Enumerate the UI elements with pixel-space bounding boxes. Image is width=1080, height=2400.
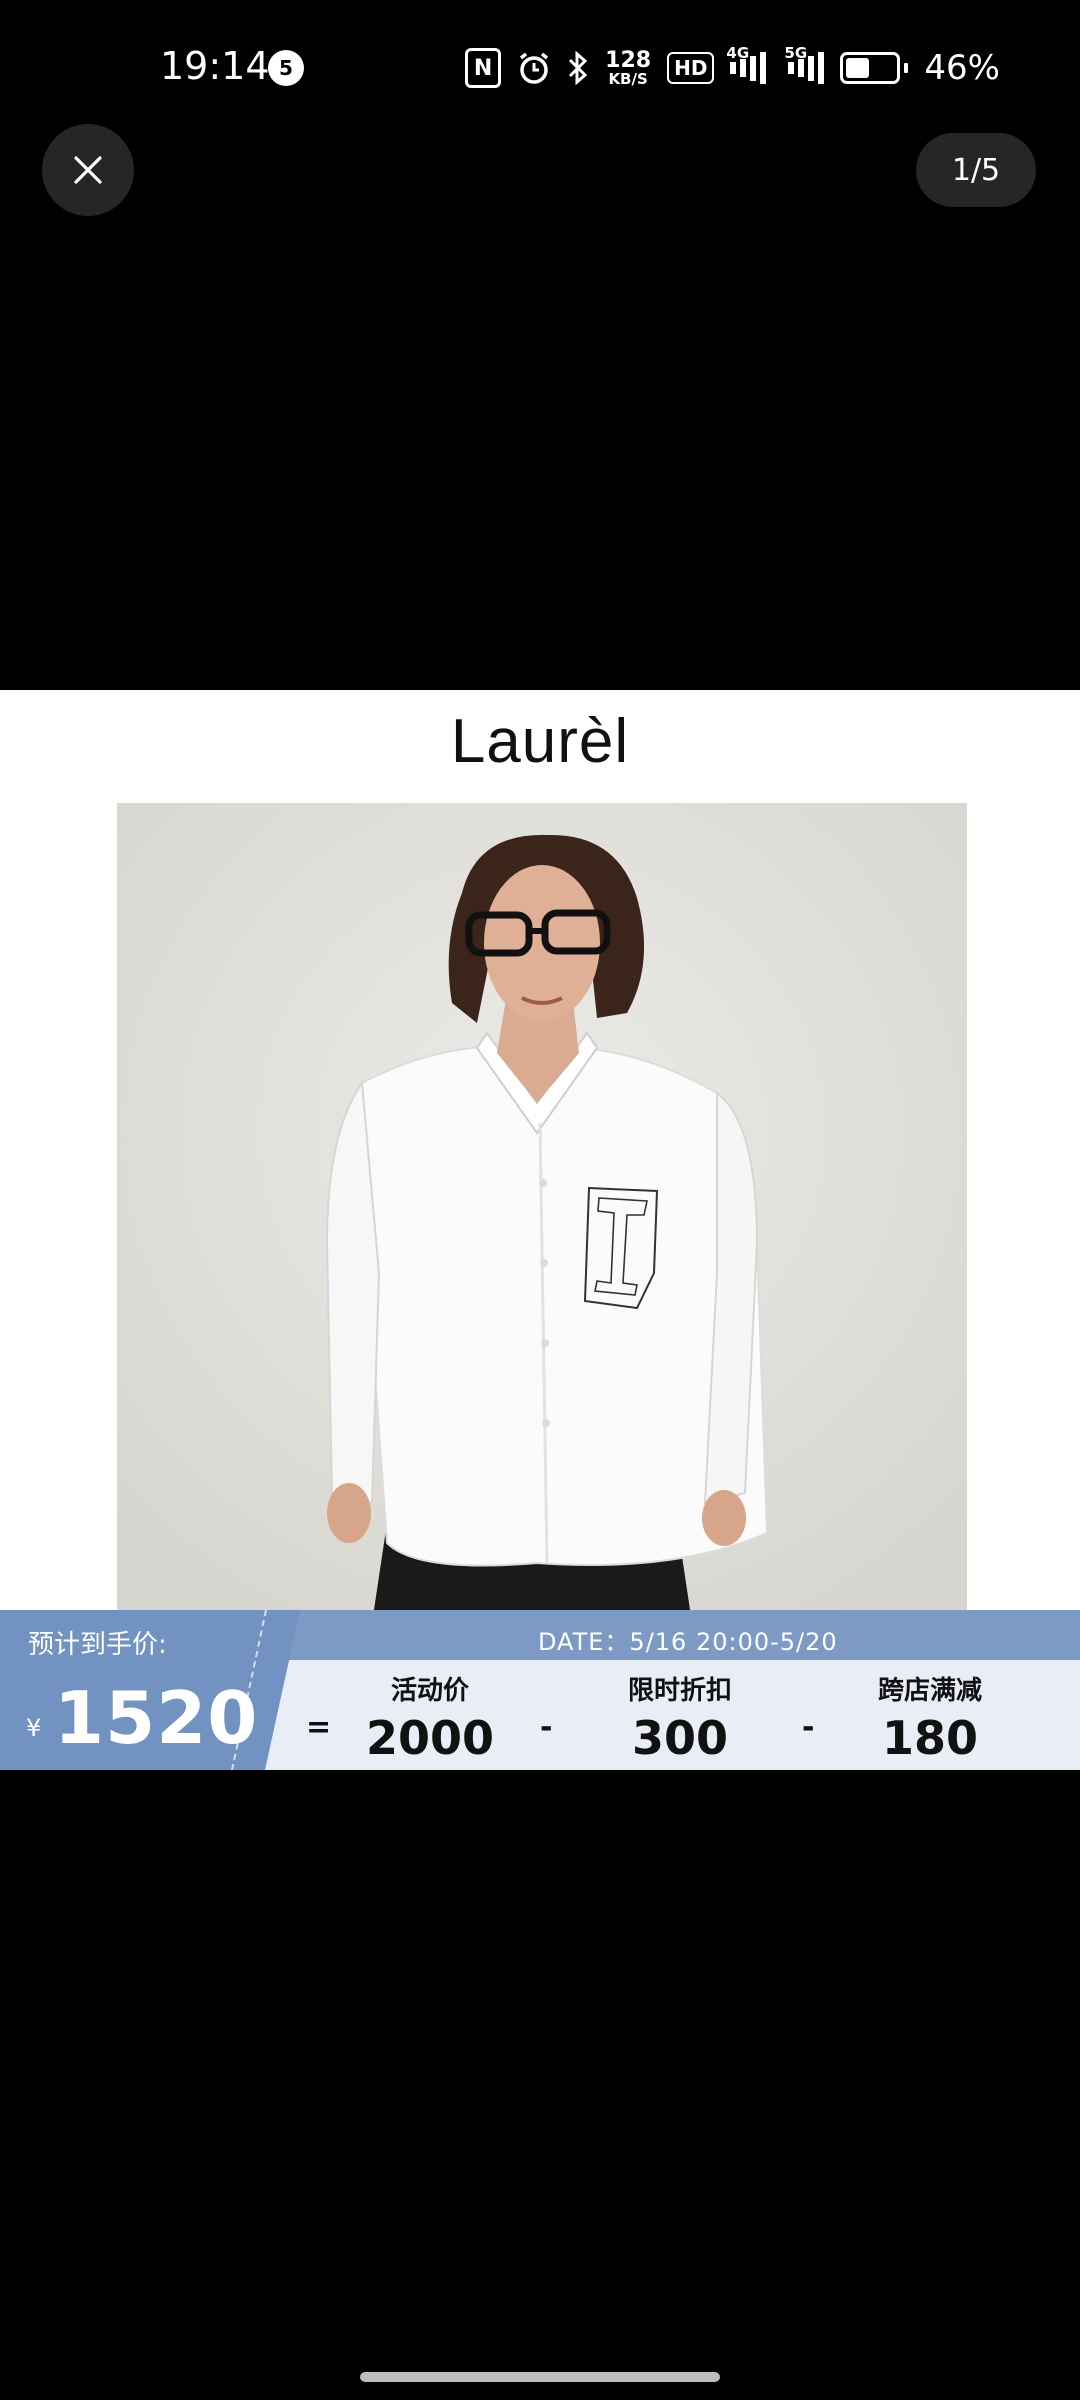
battery-icon: [840, 52, 909, 84]
notification-count-badge: 5: [268, 50, 304, 86]
term-activity-price: 活动价 2000: [360, 1670, 500, 1765]
network-speed-value: 128: [605, 47, 652, 73]
currency-symbol: ¥: [26, 1714, 42, 1742]
nfc-icon: N: [465, 48, 502, 88]
brand-logo: Laurèl: [450, 707, 630, 776]
term-label: 限时折扣: [627, 1676, 732, 1706]
promo-date: DATE：5/16 20:00-5/20: [538, 1628, 838, 1656]
signal-4g-tag: 4G: [726, 44, 750, 62]
minus-sign: -: [540, 1710, 553, 1745]
hd-voice-icon: HD: [667, 52, 715, 84]
network-speed: 128 KB/S: [605, 47, 652, 88]
term-label: 跨店满减: [877, 1676, 982, 1706]
alarm-icon: [517, 51, 551, 85]
status-time: 19:14: [160, 44, 270, 88]
page-counter: 1/5: [916, 133, 1036, 207]
close-icon: [74, 156, 102, 184]
product-image[interactable]: Laurèl: [0, 690, 1080, 1770]
term-label: 活动价: [390, 1676, 469, 1706]
model-photo: [117, 803, 967, 1623]
cellular-signal-4g-icon: 4G: [726, 44, 767, 84]
battery-fill: [846, 58, 869, 78]
minus-sign: -: [802, 1710, 815, 1745]
estimate-label: 预计到手价:: [28, 1630, 167, 1660]
term-cross-store-discount: 跨店满减 180: [850, 1670, 1010, 1765]
term-value: 2000: [365, 1711, 495, 1765]
term-limited-discount: 限时折扣 300: [600, 1670, 760, 1765]
term-value: 180: [881, 1711, 979, 1765]
battery-percent: 46%: [924, 48, 1000, 88]
network-speed-unit: KB/S: [608, 69, 648, 88]
status-icons: N 128 KB/S HD 4G 5G 46%: [465, 42, 1000, 94]
equals-sign: =: [306, 1710, 332, 1745]
price-banner: 预计到手价: ¥ 1520 DATE：5/16 20:00-5/20 = 活动价…: [0, 1610, 1080, 1770]
cellular-signal-5g-icon: 5G: [784, 44, 825, 84]
term-value: 300: [631, 1711, 729, 1765]
final-price: 1520: [54, 1676, 259, 1760]
signal-5g-tag: 5G: [784, 44, 808, 62]
gesture-navigation-handle[interactable]: [360, 2372, 720, 2382]
close-button[interactable]: [42, 124, 134, 216]
status-bar: 19:14 5 N 128 KB/S HD 4G 5G 46%: [0, 0, 1080, 136]
bluetooth-icon: [567, 51, 589, 85]
